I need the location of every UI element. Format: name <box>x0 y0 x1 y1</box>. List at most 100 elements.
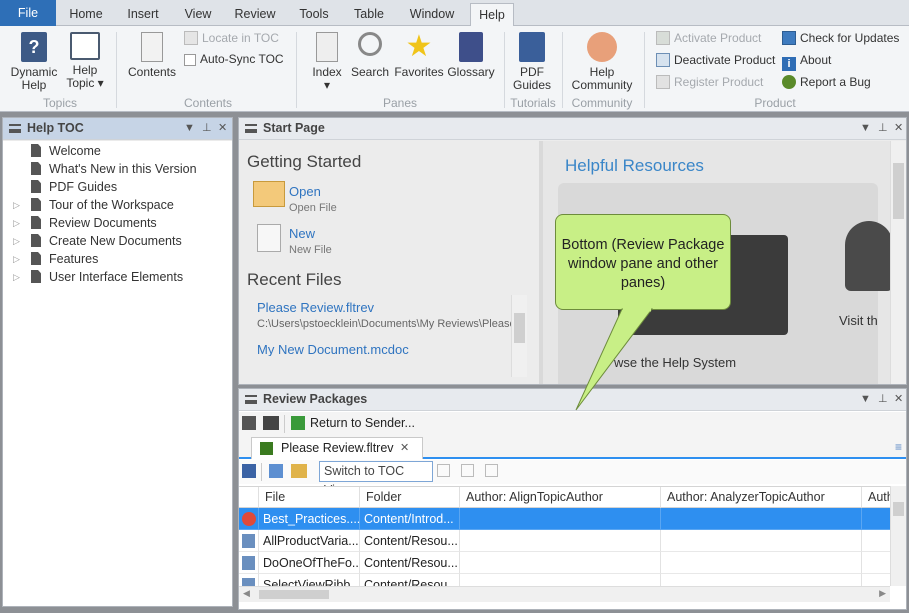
column-header-analyzer-author[interactable]: Author: AnalyzerTopicAuthor <box>661 487 862 508</box>
toc-item-tour[interactable]: ▷ Tour of the Workspace <box>13 196 174 214</box>
tab-table[interactable]: Table <box>344 3 394 26</box>
scroll-thumb[interactable] <box>514 313 525 343</box>
grid-vertical-scrollbar[interactable] <box>890 486 906 586</box>
glossary-button[interactable]: Glossary <box>446 32 496 79</box>
search-button[interactable]: Search <box>350 32 390 79</box>
checkbox-icon <box>184 54 196 66</box>
close-icon[interactable]: ✕ <box>218 118 227 139</box>
close-tab-icon[interactable]: ✕ <box>400 441 409 454</box>
new-subtext: New File <box>289 244 332 256</box>
help-topic-button[interactable]: Help Topic ▾ <box>64 32 106 90</box>
contents-button[interactable]: Contents <box>124 32 180 79</box>
open-folder-icon[interactable] <box>253 181 285 207</box>
favorites-button[interactable]: ★ Favorites <box>394 32 444 79</box>
toc-item-features[interactable]: ▷ Features <box>13 250 98 268</box>
activate-product-button[interactable]: Activate Product <box>656 31 761 45</box>
expand-arrow-icon[interactable]: ▷ <box>13 214 25 232</box>
locate-in-toc-button[interactable]: Locate in TOC <box>184 31 279 45</box>
check-for-updates-button[interactable]: Check for Updates <box>782 31 899 45</box>
group-label-tutorials: Tutorials <box>510 96 556 110</box>
close-icon[interactable]: ✕ <box>894 118 903 139</box>
column-header-file[interactable]: File <box>259 487 360 508</box>
expand-arrow-icon[interactable]: ▷ <box>13 232 25 250</box>
dynamic-help-button[interactable]: ? Dynamic Help <box>8 32 60 92</box>
start-page-scrollbar[interactable] <box>890 141 906 384</box>
scroll-thumb[interactable] <box>259 590 329 599</box>
new-file-icon[interactable] <box>257 224 281 252</box>
column-header-align-author[interactable]: Author: AlignTopicAuthor <box>460 487 661 508</box>
tab-window[interactable]: Window <box>398 3 466 26</box>
tab-review[interactable]: Review <box>226 3 284 26</box>
column-header-author[interactable]: Auth <box>862 487 890 508</box>
document-tab[interactable]: Please Review.fltrev ✕ <box>251 437 423 459</box>
scroll-left-arrow-icon[interactable]: ◀ <box>243 588 250 599</box>
document-tab-strip: Please Review.fltrev ✕ ≡ <box>239 436 906 459</box>
pin-icon[interactable]: ⊥ <box>878 118 888 139</box>
pin-icon[interactable]: ⊥ <box>202 118 212 139</box>
recent-file-link[interactable]: Please Review.fltrev <box>257 300 374 315</box>
toc-item-user-interface[interactable]: ▷ User Interface Elements <box>13 268 183 286</box>
grid-horizontal-scrollbar[interactable]: ◀ ▶ <box>239 586 890 602</box>
tab-insert[interactable]: Insert <box>116 3 170 26</box>
expand-arrow-icon[interactable]: ▷ <box>13 250 25 268</box>
help-community-button[interactable]: Help Community <box>566 32 638 92</box>
group-separator <box>296 32 297 108</box>
register-product-button[interactable]: Register Product <box>656 75 763 89</box>
review-files-grid: File Folder Author: AlignTopicAuthor Aut… <box>239 486 890 586</box>
switch-to-toc-view-button[interactable]: Switch to TOC View <box>319 461 433 497</box>
document-icon <box>31 198 41 211</box>
group-label-topics: Topics <box>42 96 77 110</box>
add-icon[interactable] <box>485 464 498 477</box>
list-view-icon[interactable] <box>242 464 256 478</box>
toc-item-review-documents[interactable]: ▷ Review Documents <box>13 214 157 232</box>
return-to-sender-icon[interactable] <box>291 416 305 430</box>
toc-item-whats-new[interactable]: What's New in this Version <box>31 160 197 178</box>
open-link[interactable]: Open <box>289 184 321 199</box>
dropdown-icon[interactable]: ▼ <box>184 118 195 139</box>
scroll-thumb[interactable] <box>893 502 904 516</box>
getting-started-heading: Getting Started <box>247 152 362 171</box>
close-icon[interactable]: ✕ <box>894 389 903 410</box>
recent-files-scrollbar[interactable] <box>511 295 527 377</box>
expand-arrow-icon[interactable]: ▷ <box>13 268 25 286</box>
menu-icon[interactable] <box>245 124 257 133</box>
toc-item-pdf-guides[interactable]: PDF Guides <box>31 178 117 196</box>
document-icon <box>31 270 41 283</box>
document-icon <box>31 216 41 229</box>
report-a-bug-button[interactable]: Report a Bug <box>782 75 871 89</box>
tab-list-icon[interactable]: ≡ <box>895 440 902 454</box>
index-button[interactable]: Index ▾ <box>308 32 346 92</box>
group-separator <box>562 32 563 108</box>
tab-view[interactable]: View <box>174 3 222 26</box>
column-header-folder[interactable]: Folder <box>360 487 460 508</box>
pdf-guides-button[interactable]: PDF Guides <box>508 32 556 92</box>
tab-home[interactable]: Home <box>60 3 112 26</box>
tab-file[interactable]: File <box>0 0 56 26</box>
auto-sync-toc-checkbox[interactable]: Auto-Sync TOC <box>184 52 284 66</box>
about-button[interactable]: i About <box>782 53 831 71</box>
new-link[interactable]: New <box>289 226 315 241</box>
pin-icon[interactable]: ⊥ <box>878 389 888 410</box>
tab-help[interactable]: Help <box>470 3 514 27</box>
scroll-thumb[interactable] <box>893 163 904 219</box>
recent-files-heading: Recent Files <box>247 270 342 289</box>
recent-file-link[interactable]: My New Document.mcdoc <box>257 342 511 356</box>
return-to-sender-button[interactable]: Return to Sender... <box>310 416 415 430</box>
scroll-right-arrow-icon[interactable]: ▶ <box>879 588 886 599</box>
dropdown-icon[interactable]: ▼ <box>860 389 871 410</box>
info-icon: i <box>782 57 796 71</box>
menu-icon[interactable] <box>245 395 257 404</box>
toc-item-create-new-documents[interactable]: ▷ Create New Documents <box>13 232 182 250</box>
tab-tools[interactable]: Tools <box>288 3 340 26</box>
open-topic-icon[interactable] <box>269 464 283 478</box>
expand-icon[interactable] <box>437 464 450 477</box>
toc-item-welcome[interactable]: Welcome <box>31 142 101 160</box>
collapse-icon[interactable] <box>461 464 474 477</box>
deactivate-product-button[interactable]: Deactivate Product <box>656 53 775 67</box>
menu-icon[interactable] <box>9 124 21 133</box>
expand-arrow-icon[interactable]: ▷ <box>13 196 25 214</box>
folder-icon[interactable] <box>291 464 307 478</box>
save-all-icon[interactable] <box>263 416 279 430</box>
save-icon[interactable] <box>242 416 256 430</box>
dropdown-icon[interactable]: ▼ <box>860 118 871 139</box>
